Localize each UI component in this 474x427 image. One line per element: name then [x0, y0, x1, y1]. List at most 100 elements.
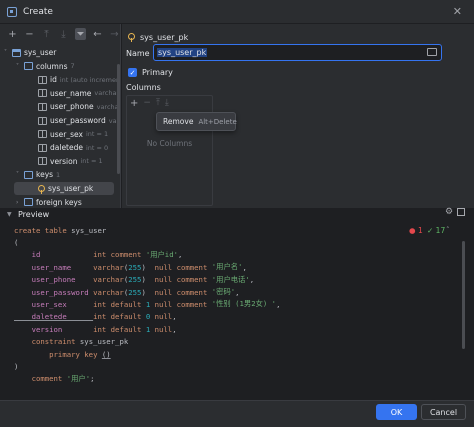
code-token: ,	[249, 275, 255, 285]
column-icon	[38, 89, 47, 98]
context-menu-remove[interactable]: Remove Alt+Delete	[156, 112, 237, 131]
tree-item-id[interactable]: id int (auto increment)	[30, 73, 120, 86]
code-token: ,	[276, 299, 281, 309]
forward-icon[interactable]: →	[109, 28, 120, 40]
chevron-icon[interactable]: ˅	[16, 171, 24, 178]
code-token: 255	[128, 287, 142, 297]
column-icon	[38, 130, 47, 139]
column-icon	[38, 143, 47, 152]
tree-item-foreign-keys[interactable]: › foreign keys	[16, 196, 82, 208]
code-token: sys_user_pk	[79, 337, 129, 347]
code-line: id int comment '用户id',	[14, 249, 183, 261]
code-token: default	[110, 324, 146, 334]
move-down-icon[interactable]: ⤓	[165, 98, 169, 108]
tree-item-label: sys_user	[24, 48, 57, 57]
preview-header	[0, 208, 474, 220]
tree-item-keys[interactable]: ˅ keys 1	[16, 168, 60, 181]
key-icon	[128, 32, 135, 42]
filter-icon[interactable]: ⏷	[75, 28, 86, 40]
code-token: comment	[176, 262, 212, 272]
cancel-button[interactable]: Cancel	[421, 404, 466, 420]
code-token: varchar	[93, 275, 124, 285]
error-indicator[interactable]: ● 1	[409, 226, 423, 235]
remove-menu-item[interactable]: Remove	[163, 117, 193, 126]
code-scrollbar[interactable]	[462, 241, 465, 349]
columns-toolbar: + − ⤒ ⤓	[127, 96, 212, 110]
error-count: 1	[417, 226, 423, 235]
columns-label: Columns	[126, 83, 161, 92]
app-icon	[7, 6, 17, 17]
chevron-icon[interactable]: ˅	[16, 63, 24, 70]
code-token: comment	[176, 275, 212, 285]
window-title: Create	[23, 6, 53, 17]
expand-icon[interactable]	[457, 208, 465, 216]
tree-item-label: sys_user_pk	[48, 184, 94, 193]
tree-item-user_sex[interactable]: user_sex int = 1	[30, 128, 108, 141]
tree-item-version[interactable]: version int = 1	[30, 155, 103, 168]
move-up-icon[interactable]: ⤒	[156, 98, 160, 108]
tab-sys-user-pk[interactable]: sys_user_pk	[128, 29, 188, 45]
code-token: user_name	[14, 262, 94, 272]
move-down-icon[interactable]: ⤓	[58, 28, 69, 40]
code-token: comment	[110, 250, 146, 260]
code-line: user_name varchar(255) null comment '用户名…	[14, 261, 247, 273]
chevron-down-icon[interactable]: ▼	[7, 211, 12, 218]
tree-item-sys_user[interactable]: ˅ sys_user	[4, 46, 56, 59]
key-editor-panel: sys_user_pk Name sys_user_pk ✓ Primary C…	[122, 24, 474, 208]
primary-label: Primary	[142, 68, 173, 77]
column-icon	[38, 75, 47, 84]
primary-checkbox[interactable]: ✓	[128, 68, 137, 77]
code-token: default	[110, 299, 146, 309]
code-token: 255	[128, 275, 142, 285]
tree-item-label: user_password	[50, 116, 106, 125]
code-token: ;	[90, 374, 95, 384]
code-token: sys_user	[71, 225, 107, 235]
name-value: sys_user_pk	[157, 48, 208, 57]
tree-item-hint: 7	[70, 62, 75, 71]
remove-icon[interactable]: −	[24, 28, 35, 40]
code-token: ,	[242, 262, 247, 272]
ok-indicator[interactable]: ✓ 17	[427, 226, 445, 235]
tree-item-hint: int = 1	[85, 130, 109, 139]
tree-item-label: user_sex	[50, 129, 83, 139]
tree-item-label: user_phone	[50, 102, 94, 112]
expand-icon[interactable]	[427, 48, 437, 56]
code-line: (	[14, 236, 18, 248]
code-token: 0	[145, 312, 155, 322]
tree-item-columns[interactable]: ˅ columns 7	[16, 60, 75, 73]
chevron-up-icon[interactable]: ˄	[446, 226, 450, 234]
structure-toolbar: + − ⤒ ⤓ ⏷ ← →	[0, 24, 120, 44]
code-line: user_phone varchar(255) null comment '用户…	[14, 274, 255, 286]
code-token: comment	[176, 287, 212, 297]
ok-button[interactable]: OK	[376, 404, 417, 420]
tree-item-hint: int = 0	[86, 143, 109, 152]
code-token: '用户电话'	[211, 274, 250, 284]
code-token: user_phone	[14, 275, 94, 285]
tree-item-daletede[interactable]: daletede int = 0	[30, 141, 108, 154]
tree-item-label: columns	[36, 61, 68, 71]
code-line: primary key ()	[14, 348, 111, 360]
move-up-icon[interactable]: ⤒	[41, 28, 52, 40]
tree-item-user_password[interactable]: user_passwordvarchar(255)	[30, 114, 120, 127]
tree-scrollbar[interactable]	[117, 64, 120, 174]
column-icon	[38, 102, 47, 111]
tree-item-sys_user_pk[interactable]: sys_user_pk	[14, 182, 114, 195]
add-column-icon[interactable]: +	[130, 98, 138, 109]
tree-item-label: daletede	[50, 143, 83, 153]
chevron-icon[interactable]: ›	[16, 199, 24, 206]
remove-column-icon[interactable]: −	[143, 98, 151, 108]
name-input[interactable]: sys_user_pk	[153, 44, 442, 61]
back-icon[interactable]: ←	[92, 28, 103, 40]
code-token: null	[154, 287, 177, 297]
add-icon[interactable]: +	[7, 28, 18, 40]
gear-icon[interactable]: ⚙	[445, 207, 453, 217]
code-token: '密码'	[211, 287, 236, 296]
primary-checkbox-row[interactable]: ✓ Primary	[128, 68, 173, 77]
code-line: user_password varchar(255) null comment …	[14, 286, 240, 298]
tree-item-user_phone[interactable]: user_phonevarchar(255)	[30, 100, 120, 113]
close-icon[interactable]: ✕	[453, 5, 462, 18]
tree-item-user_name[interactable]: user_namevarchar(255)	[30, 87, 120, 100]
column-icon	[38, 157, 47, 166]
chevron-icon[interactable]: ˅	[4, 49, 12, 56]
sql-preview[interactable]: create table sys_user( id int comment '用…	[0, 222, 474, 400]
